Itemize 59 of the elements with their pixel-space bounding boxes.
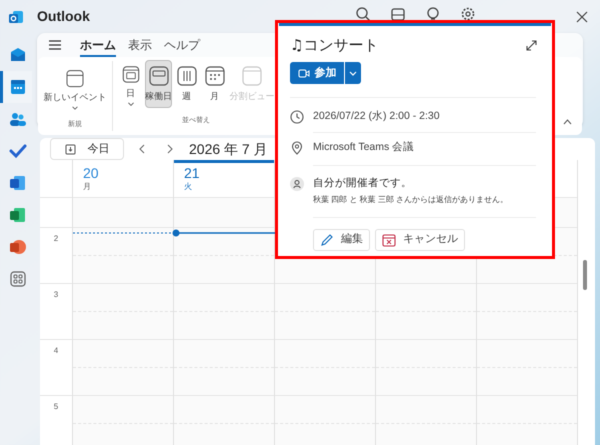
pencil-icon (320, 232, 334, 246)
tray-icon[interactable] (390, 6, 406, 22)
calendar-icon (8, 78, 26, 96)
chevron-down-icon (126, 102, 134, 107)
clock-icon (290, 110, 304, 124)
event-location: Microsoft Teams 会議 (313, 140, 536, 166)
checkmark-icon (8, 142, 26, 160)
hour-label: 4 (54, 345, 58, 355)
edit-button[interactable]: 編集 (313, 228, 370, 250)
ribbon-tab[interactable]: ヘルプ (164, 36, 200, 57)
chevron-left-icon[interactable] (139, 144, 145, 154)
lightbulb-icon[interactable] (425, 6, 441, 22)
day-header[interactable]: 21 火 (174, 160, 274, 198)
collapse-icon[interactable] (563, 118, 572, 124)
search-icon[interactable] (355, 6, 371, 22)
work-week-icon (148, 65, 170, 87)
apps-grid-icon (8, 270, 26, 288)
view-button[interactable]: 月 (201, 60, 228, 108)
people-icon (8, 110, 26, 128)
spreadsheet-icon (8, 206, 26, 224)
hour-label: 2 (54, 233, 58, 243)
cancel-button[interactable]: キャンセル (375, 228, 465, 250)
window-title: Outlook (37, 7, 90, 26)
week-view-icon (176, 65, 198, 87)
calendar-cancel-icon (382, 232, 396, 246)
split-view-icon (241, 65, 263, 87)
settings-icon[interactable] (460, 6, 476, 22)
response-status-text: 秋葉 四郎 と 秋葉 三郎 さんからは返信がありません。 (313, 194, 510, 206)
view-button[interactable]: 日 (117, 60, 144, 108)
view-button[interactable]: 稼働日 (145, 60, 172, 108)
new-event-button[interactable]: 新しいイベント (42, 64, 108, 112)
chevron-down-icon (71, 106, 79, 111)
today-button[interactable]: 今日 (50, 138, 124, 160)
view-button[interactable]: 週 (173, 60, 200, 108)
person-avatar-icon (290, 176, 304, 190)
document-icon (8, 174, 26, 192)
month-view-icon (204, 65, 226, 87)
hour-label: 5 (54, 401, 58, 411)
menu-icon[interactable] (48, 39, 62, 51)
month-title: 2026 年 7 月 (189, 140, 268, 158)
mail-icon (8, 46, 26, 64)
presentation-icon (8, 238, 26, 256)
expand-icon[interactable] (526, 40, 537, 50)
event-datetime: 2026/07/22 (水) 2:00 - 2:30 (313, 109, 536, 133)
chevron-right-icon[interactable] (167, 144, 173, 154)
app-rail-button[interactable] (0, 71, 32, 103)
app-logo-icon (8, 9, 24, 25)
chevron-down-icon (349, 70, 357, 76)
scrollbar-thumb[interactable] (583, 260, 587, 290)
organizer-text: 自分が開催者です。 (313, 176, 413, 190)
event-title: ♫コンサート (290, 34, 378, 56)
join-button[interactable]: 参加 (290, 62, 344, 84)
ribbon-tab[interactable]: 表示 (128, 36, 152, 57)
location-pin-icon (290, 140, 304, 155)
calendar-today-icon (64, 144, 76, 154)
close-icon[interactable] (576, 10, 588, 22)
hour-label: 3 (54, 289, 58, 299)
join-options-button[interactable] (345, 62, 361, 84)
video-camera-icon (298, 68, 310, 78)
